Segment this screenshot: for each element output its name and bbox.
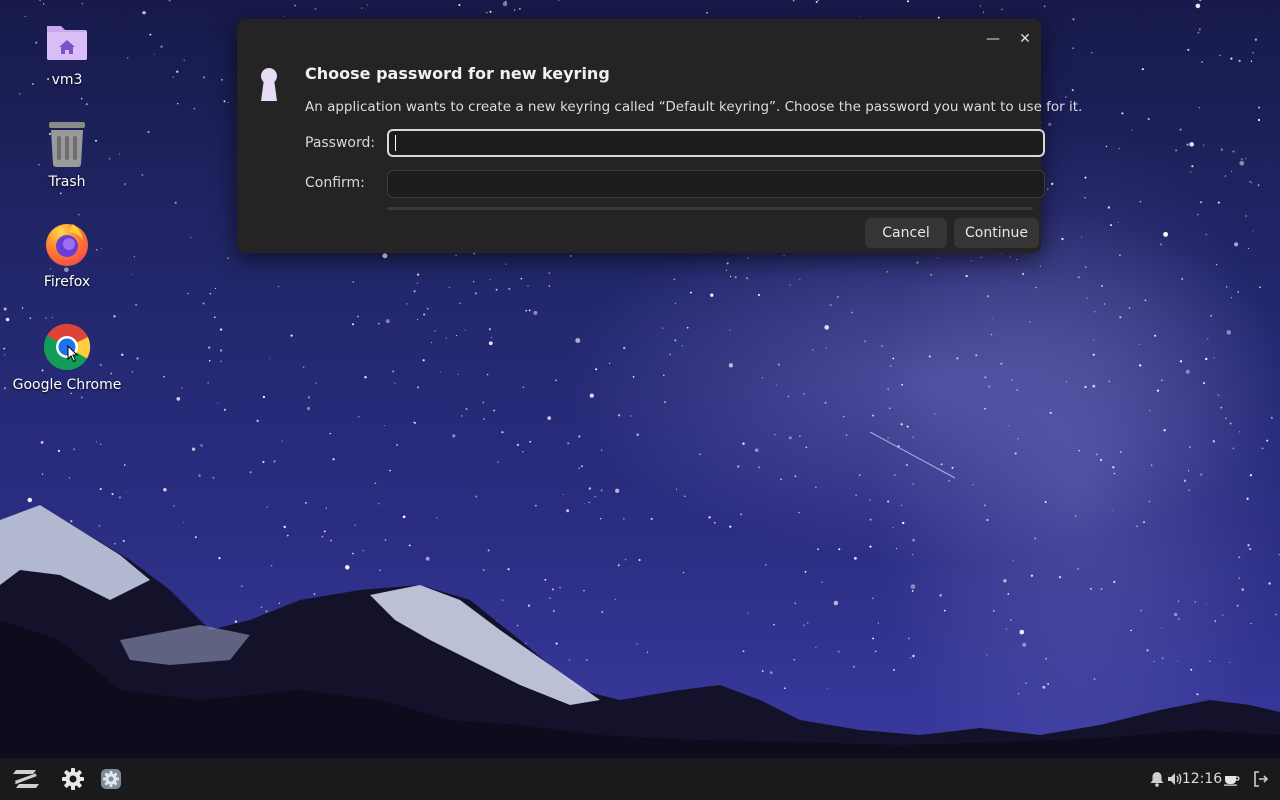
- desktop-icon-firefox[interactable]: Firefox: [2, 220, 132, 290]
- taskbar-settings-button[interactable]: [56, 758, 90, 800]
- gear-icon: [62, 768, 84, 790]
- start-menu-button[interactable]: [6, 758, 46, 800]
- clock-text: 12:16: [1181, 771, 1223, 787]
- clock-button[interactable]: 12:16: [1181, 758, 1223, 800]
- chrome-icon: [43, 323, 91, 371]
- confirm-label: Confirm:: [305, 175, 365, 191]
- firefox-icon: [43, 220, 91, 268]
- notifications-button[interactable]: [1148, 758, 1166, 800]
- close-button[interactable]: ✕: [1013, 27, 1037, 51]
- minimize-icon: —: [986, 31, 1000, 47]
- dialog-description: An application wants to create a new key…: [305, 99, 1083, 115]
- desktop-icon-label: Google Chrome: [12, 377, 122, 393]
- caffeine-button[interactable]: [1222, 758, 1242, 800]
- coffee-cup-icon: [1224, 776, 1240, 786]
- desktop-icon-label: Trash: [48, 174, 86, 190]
- password-strength-bar: [387, 207, 1033, 210]
- continue-button[interactable]: Continue: [954, 218, 1039, 248]
- dialog-title: Choose password for new keyring: [305, 64, 610, 83]
- desktop-icon-label: Firefox: [43, 274, 91, 290]
- cancel-button[interactable]: Cancel: [865, 218, 947, 248]
- desktop-icon-label: vm3: [51, 72, 83, 88]
- confirm-input[interactable]: [387, 170, 1045, 198]
- zorin-menu-icon: [13, 770, 39, 788]
- desktop-icon-vm3[interactable]: vm3: [2, 18, 132, 88]
- settings-app-icon: [101, 769, 121, 789]
- minimize-button[interactable]: —: [981, 27, 1005, 51]
- keyring-password-dialog: — ✕ Choose password for new keyring An a…: [237, 19, 1082, 253]
- home-folder-icon: [43, 18, 91, 66]
- text-cursor: [395, 135, 396, 151]
- logout-button[interactable]: [1250, 758, 1272, 800]
- logout-icon: [1254, 771, 1269, 787]
- desktop: vm3 Trash Firefox Google Chrome — ✕ Choo…: [0, 0, 1280, 758]
- bell-icon: [1150, 772, 1164, 787]
- volume-icon: [1168, 773, 1182, 785]
- desktop-icon-google-chrome[interactable]: Google Chrome: [2, 323, 132, 393]
- password-input[interactable]: [387, 129, 1045, 157]
- keyhole-icon: [261, 68, 277, 101]
- close-icon: ✕: [1019, 31, 1031, 47]
- taskbar: 12:16: [0, 758, 1280, 800]
- taskbar-app-button[interactable]: [94, 758, 128, 800]
- mouse-pointer-icon: [67, 345, 79, 363]
- trash-icon: [43, 120, 91, 168]
- password-label: Password:: [305, 135, 376, 151]
- desktop-icon-trash[interactable]: Trash: [2, 120, 132, 190]
